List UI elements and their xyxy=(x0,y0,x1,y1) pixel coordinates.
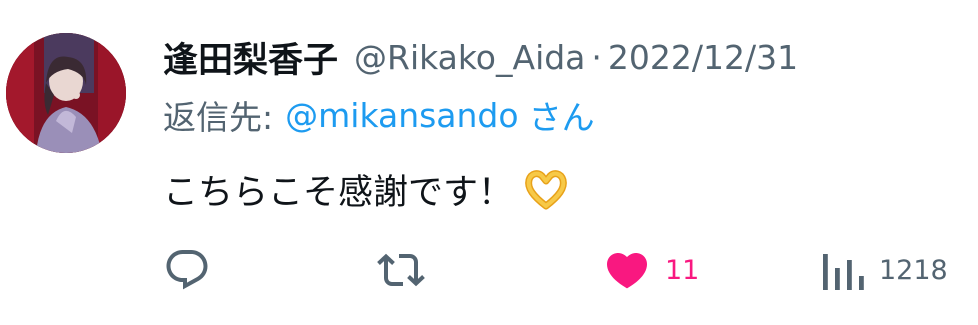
views-button[interactable]: 1218 xyxy=(821,240,948,300)
display-name[interactable]: 逢田梨香子 xyxy=(163,32,338,83)
views-count: 1218 xyxy=(879,254,948,286)
heart-hands-emoji-icon xyxy=(523,166,569,212)
reply-prefix: 返信先: xyxy=(163,98,274,137)
heart-filled-icon[interactable] xyxy=(603,246,651,294)
reply-button[interactable] xyxy=(163,240,211,300)
tweet-text: こちらこそ感謝です！ xyxy=(163,172,514,213)
reply-suffix: さん xyxy=(528,98,595,137)
avatar[interactable] xyxy=(6,33,126,153)
reply-icon[interactable] xyxy=(163,246,211,294)
tweet-date[interactable]: 2022/12/31 xyxy=(608,38,798,77)
tweet-body: こちらこそ感謝です！ xyxy=(163,162,569,216)
tweet-header: 逢田梨香子 @Rikako_Aida · 2022/12/31 xyxy=(163,30,798,84)
reply-context: 返信先: @mikansando さん xyxy=(163,90,595,140)
reply-user-link[interactable]: @mikansando xyxy=(285,96,518,135)
views-icon[interactable] xyxy=(821,246,865,294)
retweet-button[interactable] xyxy=(377,240,425,300)
tweet[interactable]: 逢田梨香子 @Rikako_Aida · 2022/12/31 返信先: @mi… xyxy=(0,0,978,325)
separator-dot: · xyxy=(591,37,602,77)
retweet-icon[interactable] xyxy=(377,246,425,294)
user-handle[interactable]: @Rikako_Aida xyxy=(354,38,585,77)
like-button[interactable]: 11 xyxy=(603,240,699,300)
like-count: 11 xyxy=(665,254,700,286)
tweet-actions: 11 1218 xyxy=(163,240,963,300)
